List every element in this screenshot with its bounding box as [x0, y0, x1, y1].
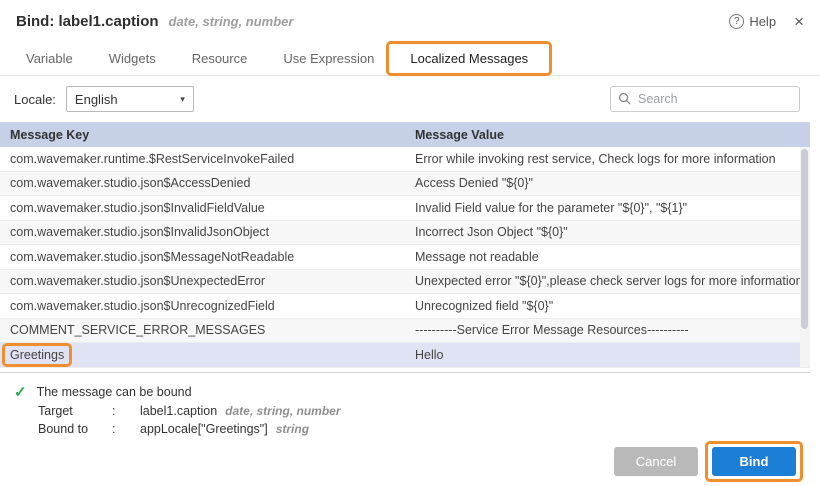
message-value-cell: Hello	[405, 348, 810, 362]
tab-bar: VariableWidgetsResourceUse ExpressionLoc…	[0, 42, 820, 76]
message-key-cell: com.wavemaker.studio.json$AccessDenied	[0, 176, 405, 190]
tab-resource[interactable]: Resource	[174, 42, 266, 75]
cancel-button[interactable]: Cancel	[614, 447, 698, 476]
bound-to-value: appLocale["Greetings"]	[140, 422, 268, 436]
help-label: Help	[749, 14, 776, 29]
message-value-cell: Access Denied "${0}"	[405, 176, 810, 190]
target-value: label1.caption	[140, 404, 217, 418]
table-row[interactable]: com.wavemaker.studio.json$InvalidJsonObj…	[0, 221, 810, 246]
column-header-message-value: Message Value	[405, 128, 810, 142]
bind-button[interactable]: Bind	[712, 447, 796, 476]
message-value-cell: Unrecognized field "${0}"	[405, 299, 810, 313]
message-key-cell: com.wavemaker.studio.json$UnexpectedErro…	[0, 274, 405, 288]
table-row[interactable]: COMMENT_SERVICE_ERROR_MESSAGES----------…	[0, 319, 810, 344]
message-key-cell: com.wavemaker.studio.json$MessageNotRead…	[0, 250, 405, 264]
table-header-row: Message Key Message Value	[0, 122, 810, 147]
dialog-title: Bind: label1.caption	[16, 13, 159, 30]
table-row[interactable]: com.wavemaker.studio.json$InvalidFieldVa…	[0, 196, 810, 221]
message-value-cell: ----------Service Error Message Resource…	[405, 323, 810, 337]
message-value-cell: Message not readable	[405, 250, 810, 264]
dialog-actions: Cancel Bind	[614, 447, 796, 476]
header-actions: ? Help ×	[729, 13, 804, 30]
message-key-cell: com.wavemaker.studio.json$InvalidJsonObj…	[0, 225, 405, 239]
status-line: ✓ The message can be bound	[14, 385, 820, 400]
chevron-down-icon: ▾	[180, 94, 185, 105]
bound-to-value-wrap: appLocale["Greetings"] string	[140, 422, 309, 436]
table-body: com.wavemaker.runtime.$RestServiceInvoke…	[0, 147, 810, 368]
tab-widgets[interactable]: Widgets	[91, 42, 174, 75]
message-key-cell: COMMENT_SERVICE_ERROR_MESSAGES	[0, 323, 405, 337]
target-label: Target	[38, 404, 112, 418]
locale-selected-value: English	[75, 92, 118, 107]
bound-to-label: Bound to	[38, 422, 112, 436]
message-key-cell: com.wavemaker.studio.json$InvalidFieldVa…	[0, 201, 405, 215]
table-row[interactable]: com.wavemaker.studio.json$UnrecognizedFi…	[0, 294, 810, 319]
help-icon: ?	[729, 14, 744, 29]
bound-to-row: Bound to : appLocale["Greetings"] string	[14, 422, 820, 436]
table-row[interactable]: com.wavemaker.runtime.$RestServiceInvoke…	[0, 147, 810, 172]
table-row[interactable]: com.wavemaker.studio.json$UnexpectedErro…	[0, 270, 810, 295]
tab-variable[interactable]: Variable	[8, 42, 91, 75]
message-key-cell: com.wavemaker.runtime.$RestServiceInvoke…	[0, 152, 405, 166]
message-key-cell: com.wavemaker.studio.json$UnrecognizedFi…	[0, 299, 405, 313]
close-icon[interactable]: ×	[794, 13, 804, 30]
target-types: date, string, number	[225, 404, 340, 418]
table-row[interactable]: com.wavemaker.studio.json$MessageNotRead…	[0, 245, 810, 270]
bound-to-colon: :	[112, 422, 140, 436]
locale-label: Locale:	[14, 92, 56, 107]
column-header-message-key: Message Key	[0, 128, 405, 142]
bound-to-type: string	[276, 422, 309, 436]
table-bottom-edge	[0, 368, 810, 373]
status-text: The message can be bound	[37, 385, 192, 399]
bind-status-panel: ✓ The message can be bound Target : labe…	[0, 373, 820, 436]
dialog-header: Bind: label1.caption date, string, numbe…	[0, 0, 820, 42]
message-key-cell: Greetings	[0, 348, 405, 362]
table-row[interactable]: Greetings Hello	[0, 343, 810, 368]
check-icon: ✓	[14, 385, 27, 400]
tab-use-expression[interactable]: Use Expression	[265, 42, 392, 75]
messages-table: Message Key Message Value com.wavemaker.…	[0, 122, 810, 373]
table-scrollbar[interactable]	[800, 147, 810, 367]
help-button[interactable]: ? Help	[729, 14, 776, 29]
message-key-text: Greetings	[10, 348, 64, 362]
scrollbar-thumb[interactable]	[801, 149, 808, 329]
locale-select[interactable]: English ▾	[66, 86, 194, 112]
message-value-cell: Error while invoking rest service, Check…	[405, 152, 810, 166]
message-value-cell: Unexpected error "${0}",please check ser…	[405, 274, 810, 288]
table-row[interactable]: com.wavemaker.studio.json$AccessDeniedAc…	[0, 172, 810, 197]
target-colon: :	[112, 404, 140, 418]
message-value-cell: Incorrect Json Object "${0}"	[405, 225, 810, 239]
tab-localized-messages[interactable]: Localized Messages	[392, 42, 546, 75]
target-row: Target : label1.caption date, string, num…	[14, 404, 820, 418]
message-value-cell: Invalid Field value for the parameter "$…	[405, 201, 810, 215]
toolbar: Locale: English ▾	[0, 76, 820, 122]
bind-dialog: Bind: label1.caption date, string, numbe…	[0, 0, 820, 486]
dialog-subtitle: date, string, number	[169, 14, 294, 29]
target-value-wrap: label1.caption date, string, number	[140, 404, 341, 418]
search-input[interactable]	[610, 86, 800, 112]
search-box	[610, 86, 800, 112]
